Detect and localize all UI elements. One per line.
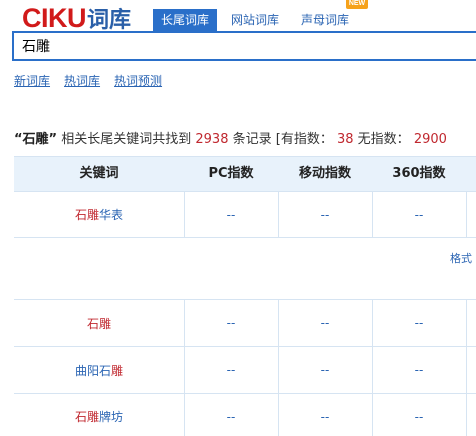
- table-divider-row: 格式: [14, 238, 476, 300]
- site-logo[interactable]: CIKU 词库: [22, 2, 132, 33]
- table-row: 石雕 -- -- --: [14, 300, 476, 347]
- row-pc-index: --: [226, 207, 236, 222]
- format-link[interactable]: 格式: [450, 250, 472, 266]
- row-mobile-index: --: [320, 409, 330, 424]
- row-360-index: --: [414, 207, 424, 222]
- table-header: 关键词 PC指数 移动指数 360指数: [14, 156, 476, 192]
- keyword-match: 石雕: [74, 410, 99, 424]
- summary-text-3: 无指数：: [357, 132, 410, 147]
- link-hot-prediction[interactable]: 热词预测: [114, 72, 162, 89]
- search-input[interactable]: [22, 36, 462, 56]
- keyword-rest: 牌坊: [99, 410, 124, 424]
- link-hot-words[interactable]: 热词库: [64, 72, 100, 89]
- logo-text-en: CIKU: [22, 3, 87, 33]
- logo-text-cn: 词库: [87, 8, 132, 33]
- tab-site[interactable]: 网站词库: [223, 9, 287, 31]
- keyword-match: 石雕: [86, 316, 111, 331]
- link-new-words[interactable]: 新词库: [14, 72, 50, 89]
- row-pc-index: --: [226, 363, 236, 377]
- row-pc-index: --: [226, 316, 236, 330]
- sub-links: 新词库 热词库 热词预测: [14, 72, 176, 89]
- row-360-index: --: [414, 316, 424, 330]
- table-row: 曲阳石雕 -- -- --: [14, 347, 476, 394]
- row-360-index: --: [414, 363, 424, 377]
- summary-without-index: 2900: [413, 132, 447, 147]
- keyword-rest: 曲阳石: [74, 363, 111, 378]
- summary-text-2: 条记录 [有指数：: [232, 132, 333, 147]
- result-summary: “石雕” 相关长尾关键词共找到 2938 条记录 [有指数： 38 无指数： 2…: [14, 128, 447, 147]
- search-bar: [12, 31, 476, 61]
- table-row: 石雕 牌坊 -- -- --: [14, 394, 476, 436]
- table-row: 石雕 华表 -- -- --: [14, 192, 476, 238]
- row-mobile-index: --: [320, 316, 330, 330]
- keyword-match: 石雕: [74, 208, 99, 222]
- tab-initials[interactable]: 声母词库: [293, 9, 357, 31]
- row-keyword[interactable]: 石雕 牌坊: [14, 394, 184, 436]
- row-mobile-index: --: [320, 363, 330, 377]
- row-mobile-index: --: [320, 207, 330, 222]
- summary-keyword: “石雕”: [14, 132, 58, 147]
- header-360-index[interactable]: 360指数: [372, 157, 466, 191]
- new-badge: NEW: [346, 0, 368, 9]
- header-mobile-index[interactable]: 移动指数: [278, 157, 372, 191]
- header-pc-index[interactable]: PC指数: [184, 157, 278, 191]
- summary-total: 2938: [195, 132, 229, 147]
- keyword-rest: 华表: [99, 208, 124, 222]
- header-keyword[interactable]: 关键词: [14, 157, 184, 191]
- summary-with-index: 38: [336, 132, 354, 147]
- row-360-index: --: [414, 409, 424, 424]
- row-pc-index: --: [226, 409, 236, 424]
- summary-text-1: 相关长尾关键词共找到: [61, 132, 192, 147]
- row-keyword[interactable]: 石雕: [14, 300, 184, 346]
- row-keyword[interactable]: 石雕 华表: [14, 192, 184, 237]
- nav-tabs: 长尾词库 网站词库 声母词库: [153, 9, 363, 31]
- row-keyword[interactable]: 曲阳石雕: [14, 347, 184, 393]
- keyword-match: 雕: [111, 363, 124, 378]
- tab-long-tail[interactable]: 长尾词库: [153, 9, 218, 31]
